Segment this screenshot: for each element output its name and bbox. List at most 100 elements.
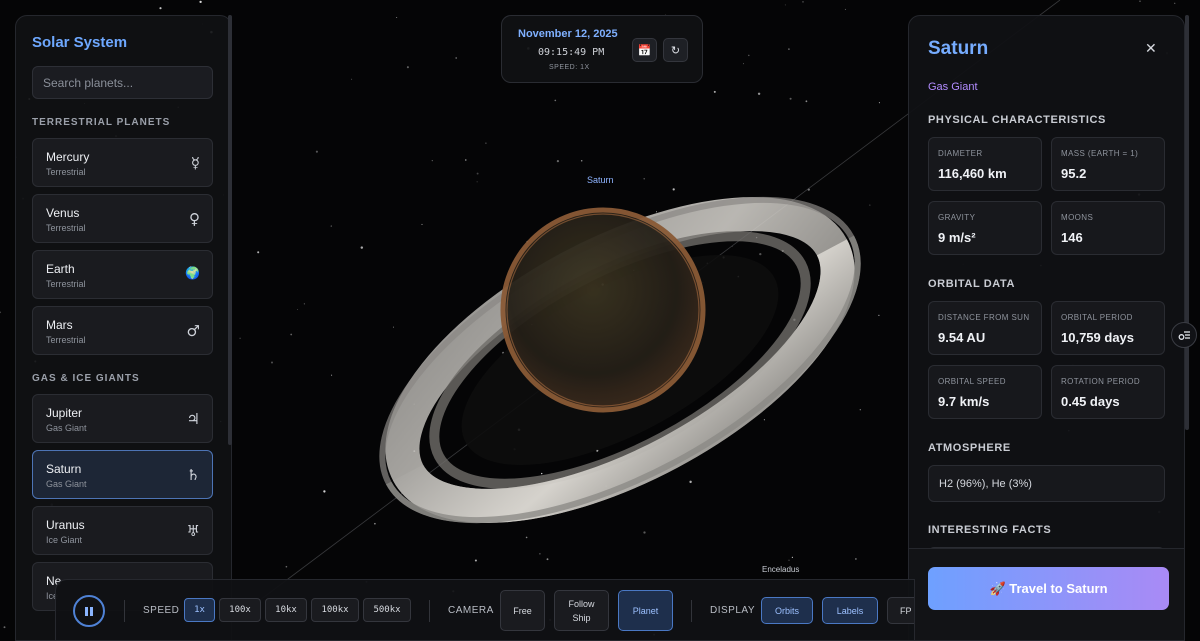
- stat-value: 9 m/s²: [938, 230, 976, 245]
- close-icon[interactable]: ✕: [1145, 40, 1157, 57]
- planet-item-uranus[interactable]: Uranus Ice Giant ♅: [32, 506, 213, 555]
- star: [689, 480, 692, 484]
- star: [655, 211, 658, 213]
- star: [396, 17, 398, 19]
- star: [757, 92, 761, 96]
- stat-diameter: DIAMETER 116,460 km: [928, 137, 1042, 191]
- pause-icon: [85, 606, 88, 616]
- calendar-icon[interactable]: 📅: [632, 38, 657, 62]
- star: [285, 565, 288, 568]
- atmosphere-heading: ATMOSPHERE: [928, 442, 1011, 454]
- sidebar-title: Solar System: [32, 34, 128, 51]
- search-input[interactable]: [32, 66, 213, 99]
- star: [525, 536, 528, 539]
- saturn-body[interactable]: [500, 207, 706, 413]
- planet-item-saturn[interactable]: Saturn Gas Giant ♄: [32, 450, 213, 499]
- star: [476, 172, 479, 175]
- star: [257, 251, 260, 254]
- uranus-symbol-icon: ♅: [186, 522, 200, 540]
- stat-label: DIAMETER: [938, 149, 983, 158]
- facts-heading: INTERESTING FACTS: [928, 524, 1052, 536]
- star: [3, 626, 6, 629]
- star: [271, 361, 273, 364]
- star: [199, 0, 202, 4]
- planet-item-mercury[interactable]: Mercury Terrestrial ☿: [32, 138, 213, 187]
- star: [805, 100, 808, 103]
- display-orbits-toggle[interactable]: Orbits: [761, 597, 813, 624]
- planet-scene-label[interactable]: Saturn: [587, 175, 614, 185]
- physical-heading: PHYSICAL CHARACTERISTICS: [928, 114, 1106, 126]
- pause-button[interactable]: [73, 595, 105, 627]
- stat-label: ORBITAL SPEED: [938, 377, 1006, 386]
- atmosphere-value: H2 (96%), He (3%): [928, 465, 1165, 502]
- star: [759, 252, 762, 256]
- display-labels-toggle[interactable]: Labels: [822, 597, 878, 624]
- divider: [124, 600, 125, 622]
- jupiter-symbol-icon: ♃: [186, 410, 200, 428]
- planet-name: Earth: [46, 262, 75, 276]
- speed-100kx-button[interactable]: 100kx: [311, 598, 359, 622]
- stat-label: ROTATION PERIOD: [1061, 377, 1141, 386]
- star: [763, 419, 765, 421]
- star: [1174, 2, 1176, 4]
- sliders-icon: [1178, 331, 1190, 340]
- speed-100x-button[interactable]: 100x: [219, 598, 261, 622]
- speed-10kx-button[interactable]: 10kx: [265, 598, 307, 622]
- display-label: DISPLAY: [710, 605, 755, 616]
- speed-label: SPEED: [143, 605, 180, 616]
- moon-scene-label[interactable]: Enceladus: [762, 565, 799, 574]
- star: [485, 142, 487, 144]
- stat-value: 95.2: [1061, 166, 1087, 181]
- info-scrollbar[interactable]: [1185, 15, 1189, 430]
- stat-label: GRAVITY: [938, 213, 976, 222]
- star: [351, 78, 353, 80]
- planet-name: Mars: [46, 318, 73, 332]
- star: [431, 159, 433, 162]
- panel-toggle-icon[interactable]: [1171, 322, 1197, 348]
- planet-type: Gas Giant: [46, 423, 87, 433]
- reset-icon[interactable]: ↻: [663, 38, 688, 62]
- star: [643, 178, 645, 180]
- sidebar-scrollbar[interactable]: [228, 15, 232, 445]
- planet-item-earth[interactable]: Earth Terrestrial 🌍: [32, 250, 213, 299]
- star: [476, 181, 478, 183]
- stat-moons: MOONS 146: [1051, 201, 1165, 255]
- star: [239, 337, 241, 339]
- stat-value: 10,759 days: [1061, 330, 1135, 345]
- stat-value: 0.45 days: [1061, 394, 1120, 409]
- planet-item-jupiter[interactable]: Jupiter Gas Giant ♃: [32, 394, 213, 443]
- star: [580, 159, 583, 162]
- divider: [691, 600, 692, 622]
- display-extra-toggle[interactable]: FP: [887, 597, 914, 624]
- star: [554, 99, 557, 102]
- stat-rotation-period: ROTATION PERIOD 0.45 days: [1051, 365, 1165, 419]
- planet-name: Mercury: [46, 150, 90, 164]
- star: [330, 225, 332, 227]
- camera-planet-button[interactable]: Planet: [618, 590, 673, 631]
- planet-item-mars[interactable]: Mars Terrestrial ♂: [32, 306, 213, 355]
- stat-label: MOONS: [1061, 213, 1094, 222]
- earth-globe-icon: 🌍: [185, 266, 200, 280]
- camera-label: CAMERA: [448, 605, 494, 616]
- control-bar: SPEED 1x 100x 10kx 100kx 500kx CAMERA Fr…: [55, 579, 915, 641]
- stat-value: 146: [1061, 230, 1083, 245]
- star: [465, 159, 467, 161]
- star: [421, 223, 423, 225]
- speed-500kx-button[interactable]: 500kx: [363, 598, 411, 622]
- orbital-heading: ORBITAL DATA: [928, 278, 1016, 290]
- planet-type: Terrestrial: [46, 167, 86, 177]
- divider: [429, 600, 430, 622]
- stat-gravity: GRAVITY 9 m/s²: [928, 201, 1042, 255]
- planet-type: Gas Giant: [46, 479, 87, 489]
- camera-follow-ship-button[interactable]: Follow Ship: [554, 590, 609, 631]
- info-footer: 🚀 Travel to Saturn: [909, 548, 1184, 640]
- star: [159, 7, 162, 10]
- star: [541, 472, 543, 475]
- camera-free-button[interactable]: Free: [500, 590, 545, 631]
- star: [331, 374, 333, 376]
- planet-item-venus[interactable]: Venus Terrestrial ♀: [32, 194, 213, 243]
- star: [406, 66, 409, 69]
- travel-button[interactable]: 🚀 Travel to Saturn: [928, 567, 1169, 610]
- current-date: November 12, 2025: [518, 28, 618, 40]
- speed-1x-button[interactable]: 1x: [184, 598, 215, 622]
